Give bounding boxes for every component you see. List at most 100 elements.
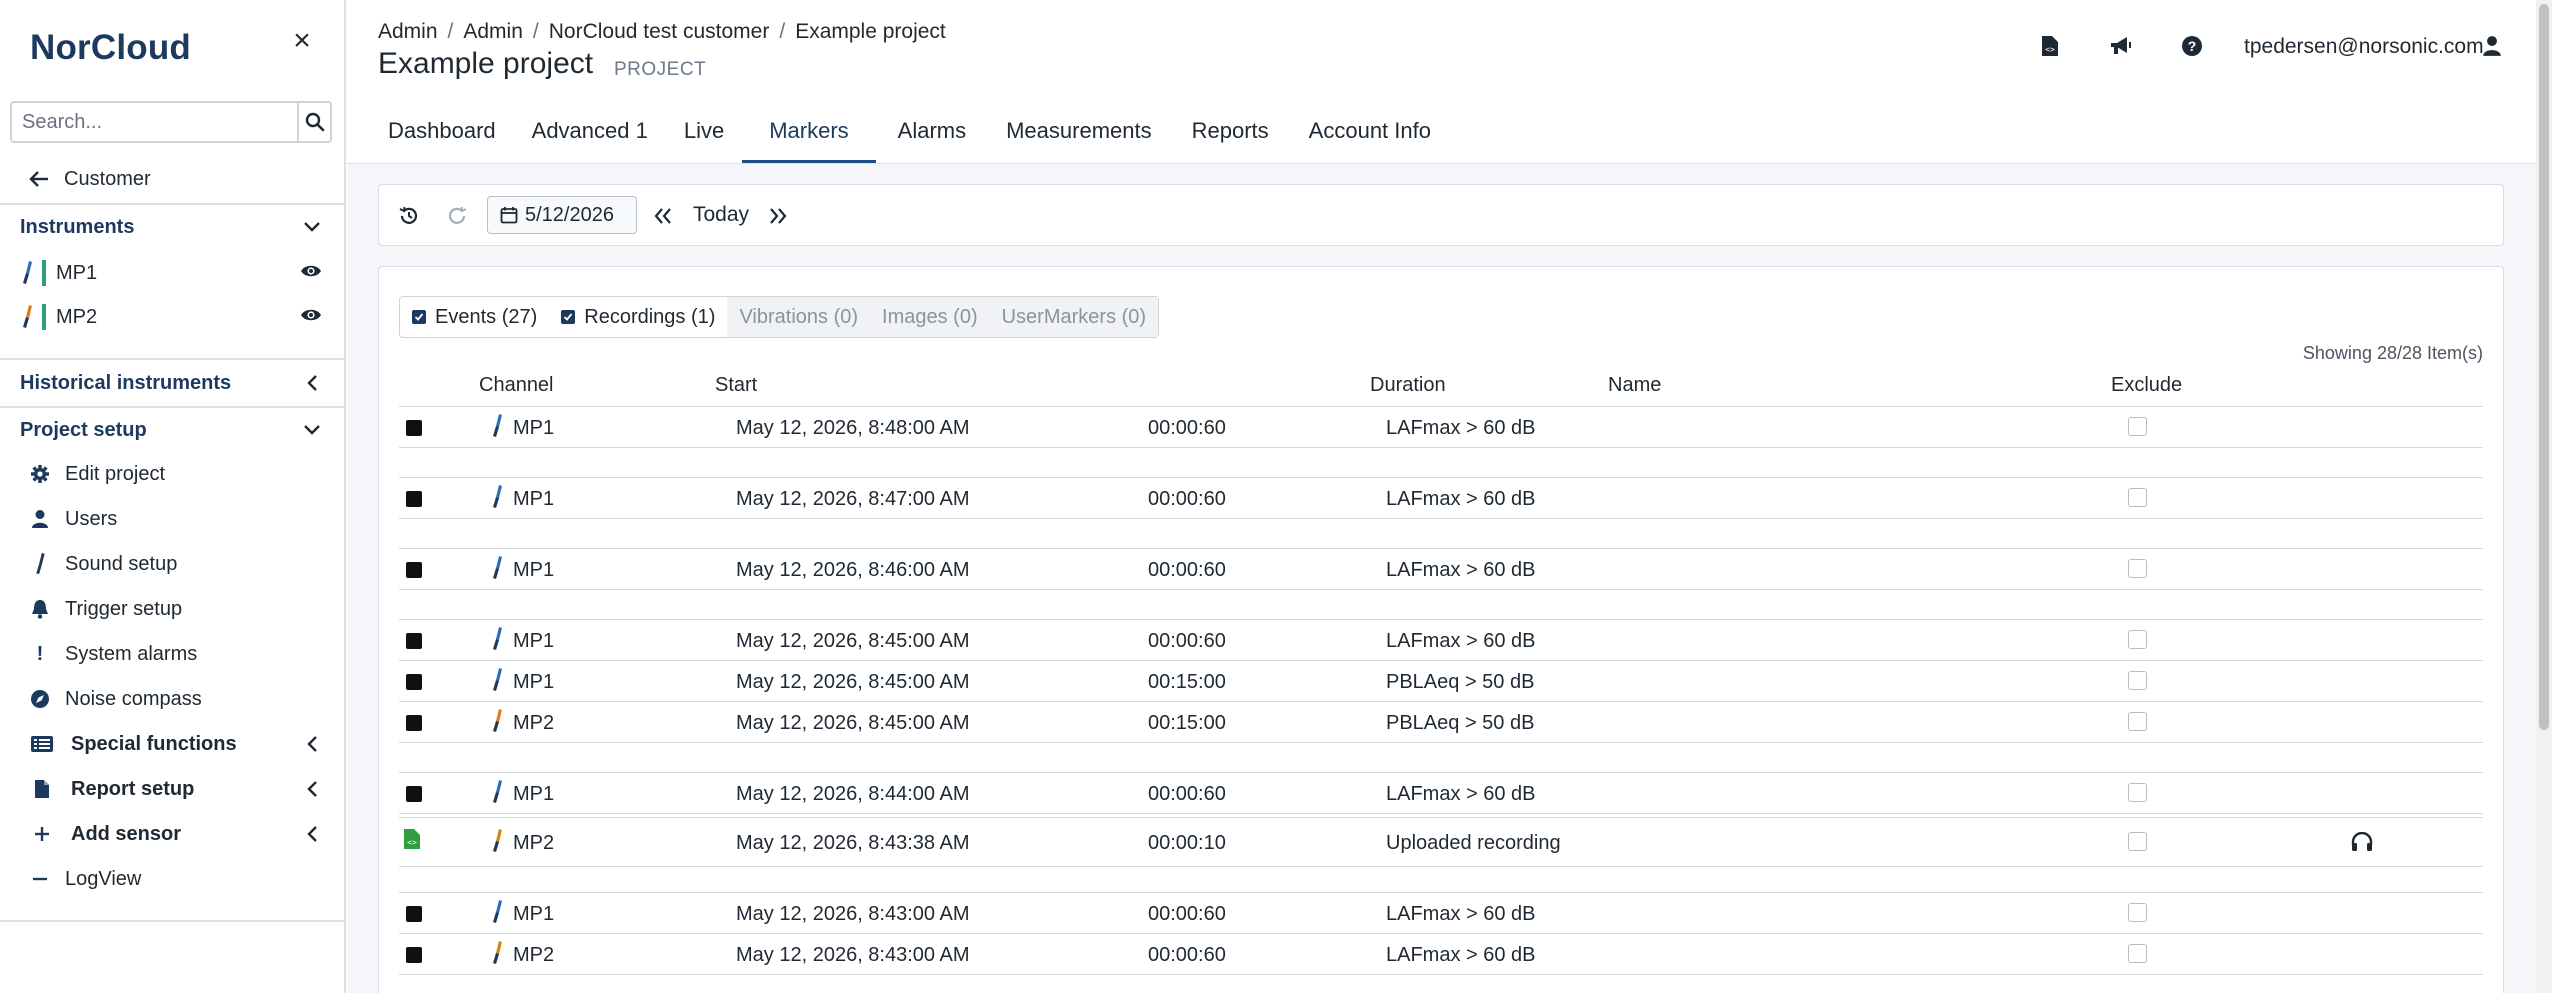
sidebar-item-trigger-setup[interactable]: Trigger setup [0,595,344,623]
tab-advanced-1[interactable]: Advanced 1 [514,112,666,164]
exclude-checkbox[interactable] [2128,559,2147,578]
column-header-exclude[interactable]: Exclude [2111,374,2182,397]
row-start: May 12, 2026, 8:46:00 AM [736,559,970,581]
tab-alarms[interactable]: Alarms [876,112,988,164]
user-email[interactable]: tpedersen@norsonic.com [2244,35,2484,59]
filter-usermarkers[interactable]: UserMarkers (0) [989,297,1159,337]
sidebar-item-report-setup[interactable]: Report setup [0,775,344,803]
sidebar-item-label: Sound setup [65,552,178,575]
megaphone-icon[interactable] [2109,34,2133,58]
date-picker-button[interactable]: 5/12/2026 [487,196,637,234]
breadcrumb-item[interactable]: Admin [378,20,438,43]
table-row[interactable]: MP1 May 12, 2026, 8:45:00 AM 00:15:00 PBLAe… [399,660,2483,702]
exclude-checkbox[interactable] [2128,712,2147,731]
column-header-name[interactable]: Name [1608,374,1661,397]
sidebar-item-special-functions[interactable]: Special functions [0,730,344,758]
exclude-checkbox[interactable] [2128,903,2147,922]
exclude-checkbox[interactable] [2128,417,2147,436]
tab-measurements[interactable]: Measurements [988,112,1170,164]
search-icon[interactable] [297,103,330,141]
breadcrumb-item: Example project [795,20,946,43]
exclude-checkbox[interactable] [2128,944,2147,963]
exclude-checkbox[interactable] [2128,630,2147,649]
exclude-checkbox[interactable] [2128,488,2147,507]
instruments-section-header[interactable]: Instruments [0,214,344,240]
breadcrumb-item[interactable]: NorCloud test customer [549,20,770,43]
historical-instruments-header[interactable]: Historical instruments [0,369,344,397]
sidebar-item-label: Add sensor [71,822,182,845]
sidebar-item-add-sensor[interactable]: Add sensor [0,820,344,848]
table-row[interactable]: MP1 May 12, 2026, 8:43:00 AM 00:00:60 LAFma… [399,892,2483,934]
marker-type-filters: Events (27) Recordings (1) Vibrations (0… [399,296,1160,338]
eye-icon[interactable] [300,306,322,329]
instrument-color-bar [42,304,46,330]
project-setup-header[interactable]: Project setup [0,416,344,444]
column-header-channel[interactable]: Channel [479,374,554,397]
event-marker-icon[interactable] [406,491,422,507]
event-marker-icon[interactable] [406,947,422,963]
file-code-icon[interactable]: <> [2038,34,2062,58]
divider [0,406,344,408]
exclude-checkbox[interactable] [2128,783,2147,802]
event-marker-icon[interactable] [406,420,422,436]
row-name: LAFmax > 60 dB [1386,783,1536,805]
exclude-checkbox[interactable] [2128,832,2147,851]
previous-double-chevron-icon[interactable] [651,204,675,228]
instrument-item-mp1[interactable]: MP1 [0,259,344,287]
filter-recordings[interactable]: Recordings (1) [549,297,727,337]
history-icon[interactable] [397,204,421,228]
sidebar-item-noise-compass[interactable]: Noise compass [0,685,344,713]
sidebar-item-logview[interactable]: LogView [0,865,344,893]
sidebar-item-system-alarms[interactable]: ! System alarms [0,640,344,668]
tab-live[interactable]: Live [666,112,742,164]
breadcrumb-item[interactable]: Admin [463,20,523,43]
column-header-duration[interactable]: Duration [1370,374,1446,397]
event-marker-icon[interactable] [406,715,422,731]
table-row[interactable]: MP1 May 12, 2026, 8:46:00 AM 00:00:60 LAFma… [399,548,2483,590]
next-double-chevron-icon[interactable] [766,204,790,228]
row-name: LAFmax > 60 dB [1386,903,1536,925]
sidebar-item-label: Edit project [65,462,166,485]
instruments-header-label: Instruments [20,215,135,238]
event-marker-icon[interactable] [406,562,422,578]
today-button[interactable]: Today [693,203,749,227]
scrollbar-thumb[interactable] [2539,4,2549,730]
table-row[interactable]: MP1 May 12, 2026, 8:44:00 AM 00:00:60 LAFma… [399,772,2483,814]
tab-reports[interactable]: Reports [1170,112,1291,164]
table-row[interactable]: MP1 May 12, 2026, 8:48:00 AM 00:00:60 LAFma… [399,406,2483,448]
user-icon[interactable] [2480,34,2504,58]
eye-icon[interactable] [300,262,322,285]
table-row[interactable]: MP2 May 12, 2026, 8:43:00 AM 00:00:60 LAFma… [399,933,2483,975]
event-marker-icon[interactable] [406,786,422,802]
event-marker-icon[interactable] [406,633,422,649]
tab-account-info[interactable]: Account Info [1291,112,1449,164]
filter-vibrations[interactable]: Vibrations (0) [727,297,871,337]
instrument-item-mp2[interactable]: MP2 [0,303,344,331]
column-header-start[interactable]: Start [715,374,757,397]
table-row[interactable]: MP2 May 12, 2026, 8:45:00 AM 00:15:00 PBLAe… [399,701,2483,743]
svg-text:<>: <> [2045,45,2055,54]
headphones-icon[interactable] [2351,831,2373,858]
search-input[interactable] [12,103,297,141]
table-row[interactable]: <> MP2 May 12, 2026, 8:43:38 AM 00:00:10 Upl… [399,817,2483,867]
help-icon[interactable]: ? [2180,34,2204,58]
exclude-checkbox[interactable] [2128,671,2147,690]
redo-icon[interactable] [445,204,469,228]
row-start: May 12, 2026, 8:45:00 AM [736,712,970,734]
sidebar-item-users[interactable]: Users [0,505,344,533]
tab-dashboard[interactable]: Dashboard [370,112,514,164]
sidebar-item-edit-project[interactable]: Edit project [0,460,344,488]
close-sidebar-icon[interactable]: × [287,26,317,56]
tab-markers[interactable]: Markers [742,112,877,164]
row-name: LAFmax > 60 dB [1386,559,1536,581]
back-to-customer[interactable]: Customer [0,166,344,192]
table-row[interactable]: MP1 May 12, 2026, 8:45:00 AM 00:00:60 LAFma… [399,619,2483,661]
event-marker-icon[interactable] [406,906,422,922]
microphone-icon [490,484,504,516]
sidebar-item-sound-setup[interactable]: Sound setup [0,550,344,578]
filter-events[interactable]: Events (27) [400,297,549,337]
event-marker-icon[interactable] [406,674,422,690]
filter-images[interactable]: Images (0) [870,297,990,337]
table-row[interactable]: MP1 May 12, 2026, 8:47:00 AM 00:00:60 LAFma… [399,477,2483,519]
instrument-label: MP1 [56,261,98,284]
